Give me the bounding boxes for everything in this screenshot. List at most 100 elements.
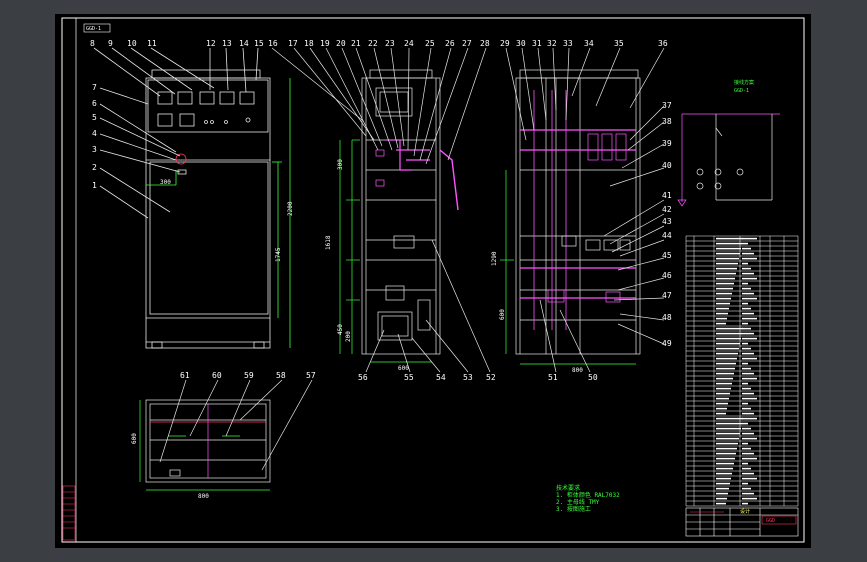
callout-45: 45 — [662, 251, 672, 260]
table-cell-mark — [716, 437, 739, 440]
table-cell-mark — [742, 257, 757, 260]
table-cell-mark — [716, 452, 736, 455]
table-cell-mark — [716, 447, 737, 450]
table-cell-mark — [716, 322, 726, 325]
callout-11: 11 — [147, 39, 157, 48]
callout-56: 56 — [358, 373, 368, 382]
table-cell-mark — [716, 412, 726, 415]
callout-9: 9 — [108, 39, 113, 48]
callout-54: 54 — [436, 373, 446, 382]
table-cell-mark — [742, 307, 751, 310]
dim-side-450: 450 — [337, 324, 344, 335]
callout-51: 51 — [548, 373, 558, 382]
dim-side-depth: 600 — [398, 365, 409, 372]
table-cell-mark — [716, 432, 740, 435]
callout-23: 23 — [385, 39, 395, 48]
table-cell-mark — [742, 412, 754, 415]
table-cell-mark — [742, 492, 754, 495]
table-cell-mark — [742, 262, 748, 265]
table-cell-mark — [742, 447, 751, 450]
table-cell-mark — [716, 417, 743, 420]
drawing-border — [61, 17, 805, 543]
table-cell-mark — [742, 287, 751, 290]
table-cell-mark — [742, 462, 748, 465]
table-cell-mark — [742, 502, 748, 505]
callout-44: 44 — [662, 231, 672, 240]
dim-height-total: 2200 — [287, 201, 294, 216]
table-cell-mark — [742, 302, 748, 305]
table-cell-mark — [742, 497, 757, 500]
table-cell-mark — [716, 237, 743, 240]
table-cell-mark — [742, 422, 748, 425]
table-cell-mark — [716, 317, 727, 320]
table-cell-mark — [742, 317, 757, 320]
table-cell-mark — [716, 502, 726, 505]
callout-39: 39 — [662, 139, 672, 148]
callout-22: 22 — [368, 39, 378, 48]
callout-57: 57 — [306, 371, 316, 380]
callout-32: 32 — [547, 39, 557, 48]
table-cell-mark — [716, 342, 740, 345]
cad-drawing: GGD-1 接线方案 GGD-1 GGD 设计 技术要求 1. 柜体颜色 RAL… — [61, 17, 805, 543]
table-cell-mark — [716, 242, 742, 245]
callout-25: 25 — [425, 39, 435, 48]
dim-side-200: 200 — [345, 331, 352, 342]
table-cell-mark — [716, 362, 736, 365]
table-cell-mark — [716, 257, 739, 260]
note-line-4: 3. 按图施工 — [556, 505, 591, 513]
table-cell-mark — [742, 477, 757, 480]
callout-58: 58 — [276, 371, 286, 380]
callout-38: 38 — [662, 117, 672, 126]
title-stamp: GGD — [766, 518, 775, 524]
table-cell-mark — [716, 442, 738, 445]
table-cell-mark — [742, 292, 754, 295]
table-cell-mark — [742, 367, 751, 370]
table-cell-mark — [742, 402, 748, 405]
callout-31: 31 — [532, 39, 542, 48]
callout-26: 26 — [445, 39, 455, 48]
table-cell-mark — [742, 457, 757, 460]
table-cell-mark — [742, 252, 754, 255]
table-cell-mark — [716, 302, 730, 305]
dim-rear-600: 600 — [499, 309, 506, 320]
note-line-3: 2. 主母线 TMY — [556, 498, 600, 506]
table-cell-mark — [742, 487, 751, 490]
table-cell-mark — [716, 332, 742, 335]
rear-view — [500, 47, 665, 373]
dim-side-1618: 1618 — [325, 235, 332, 250]
title-signature-row: 设计 — [740, 508, 750, 515]
table-cell-mark — [716, 472, 732, 475]
table-cell-mark — [716, 487, 729, 490]
table-cell-mark — [716, 422, 742, 425]
table-cell-mark — [716, 247, 741, 250]
callout-41: 41 — [662, 191, 672, 200]
table-cell-mark — [716, 252, 740, 255]
wiring-schematic — [677, 113, 780, 207]
table-cell-mark — [742, 312, 754, 315]
callout-2: 2 — [92, 163, 97, 172]
side-view — [271, 47, 491, 373]
table-cell-mark — [716, 457, 735, 460]
callout-1: 1 — [92, 181, 97, 190]
callout-18: 18 — [304, 39, 314, 48]
table-cell-mark — [742, 357, 757, 360]
callout-60: 60 — [212, 371, 222, 380]
callout-33: 33 — [563, 39, 573, 48]
table-cell-mark — [742, 392, 754, 395]
callout-37: 37 — [662, 101, 672, 110]
table-cell-mark — [716, 262, 738, 265]
callout-53: 53 — [463, 373, 473, 382]
callout-numbers: 8 9 10 11 12 13 14 15765432116 17 18 19 20 21 22 23 24 2… — [90, 39, 672, 382]
callout-6: 6 — [92, 99, 97, 108]
table-cell-mark — [716, 337, 741, 340]
table-cell-mark — [716, 377, 733, 380]
table-cell-mark — [742, 247, 751, 250]
callout-34: 34 — [584, 39, 594, 48]
table-cell-mark — [742, 362, 748, 365]
table-cell-mark — [716, 462, 734, 465]
table-cell-mark — [742, 332, 754, 335]
table-cell-mark — [742, 242, 748, 245]
table-cell-mark — [742, 282, 748, 285]
table-cell-mark — [716, 402, 728, 405]
callout-49: 49 — [662, 339, 672, 348]
